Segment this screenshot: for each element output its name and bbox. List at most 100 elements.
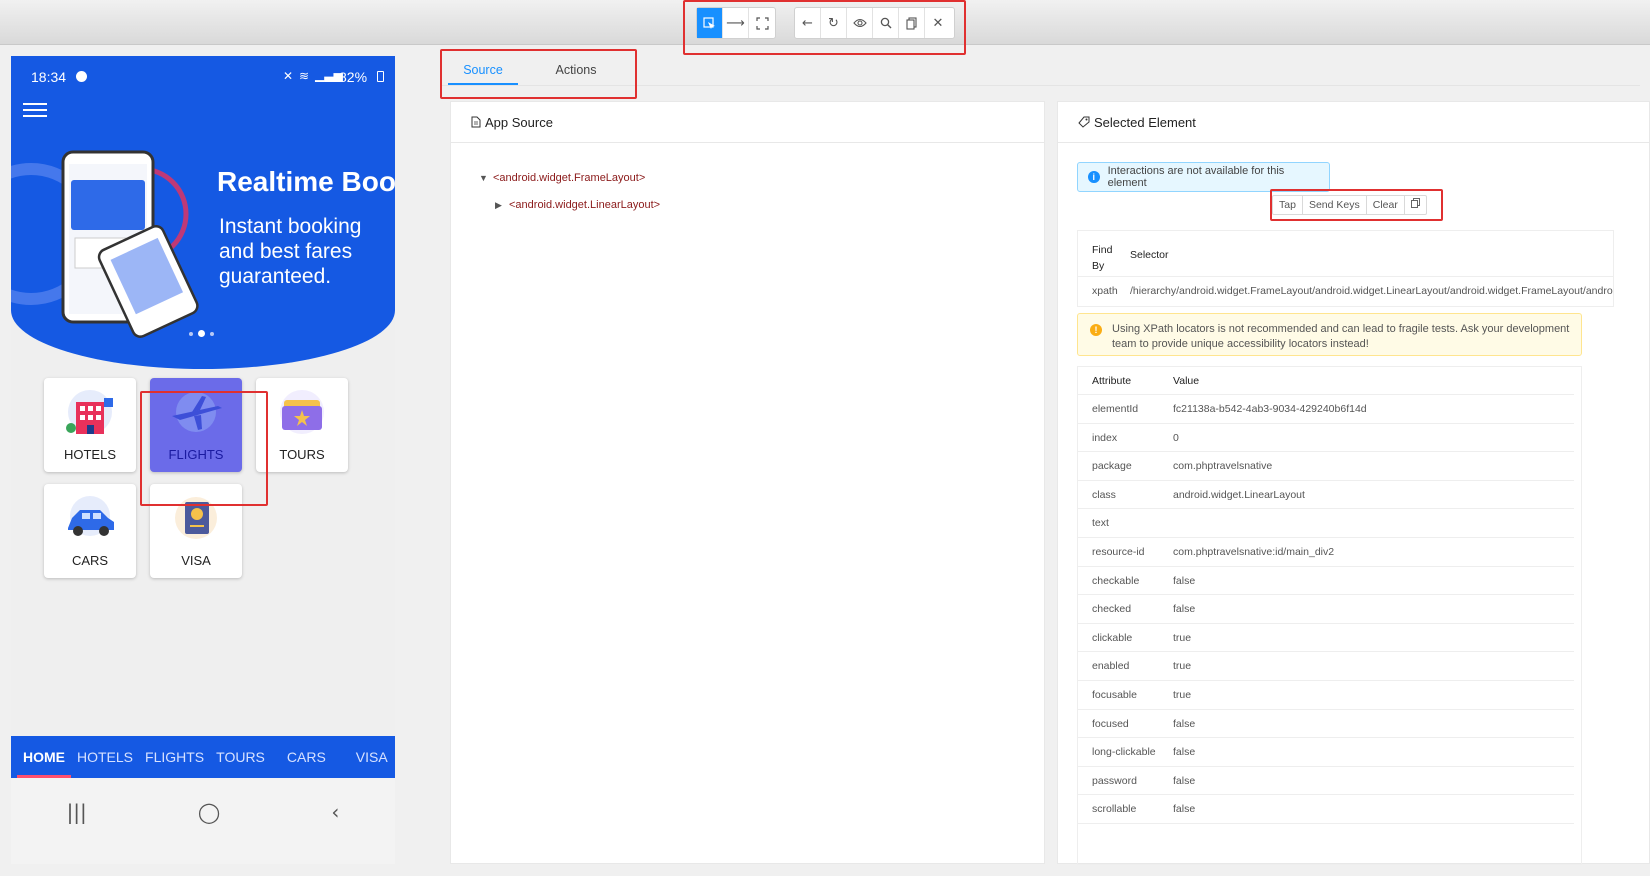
attribute-name: enabled bbox=[1092, 660, 1130, 673]
close-icon[interactable]: ✕ bbox=[925, 8, 951, 38]
tab-source[interactable]: Source bbox=[448, 55, 518, 85]
attribute-value[interactable]: com.phptravelsnative bbox=[1173, 460, 1272, 472]
attribute-header: Attribute bbox=[1092, 375, 1132, 387]
expand-caret-icon[interactable]: ▶ bbox=[495, 200, 509, 211]
send-keys-button[interactable]: Send Keys bbox=[1303, 196, 1367, 214]
category-label: HOTELS bbox=[63, 447, 116, 462]
category-card-hotels[interactable]: HOTELS bbox=[44, 378, 136, 472]
tree-node-framelayout[interactable]: ▼ <android.widget.FrameLayout> bbox=[479, 172, 645, 184]
home-icon[interactable]: ◯ bbox=[198, 800, 220, 824]
category-label: FLIGHTS bbox=[168, 447, 224, 462]
copy-attributes-icon[interactable] bbox=[1405, 196, 1426, 214]
tree-node-label[interactable]: <android.widget.FrameLayout> bbox=[493, 172, 645, 184]
carousel-dot-active[interactable] bbox=[198, 330, 205, 337]
tap-button[interactable]: Tap bbox=[1273, 196, 1303, 214]
element-action-buttons: Tap Send Keys Clear bbox=[1272, 195, 1427, 215]
selector-table: Find By Selector xpath /hierarchy/androi… bbox=[1077, 230, 1614, 307]
tree-node-linearlayout[interactable]: ▶ <android.widget.LinearLayout> bbox=[495, 199, 660, 211]
battery-icon bbox=[377, 71, 384, 82]
info-alert-text: Interactions are not available for this … bbox=[1107, 165, 1285, 189]
banner-title: Realtime Boo bbox=[217, 166, 395, 197]
info-icon: i bbox=[1088, 171, 1100, 183]
nav-tab-home[interactable]: HOME bbox=[17, 736, 71, 778]
attribute-value[interactable]: false bbox=[1173, 575, 1195, 587]
attribute-value[interactable]: false bbox=[1173, 803, 1195, 815]
carousel-dot[interactable] bbox=[189, 331, 193, 336]
copy-icon[interactable] bbox=[899, 8, 925, 38]
back-nav-icon[interactable]: ‹ bbox=[331, 800, 339, 824]
attribute-name: checkable bbox=[1092, 574, 1140, 587]
action-button-group: ← ↻ ✕ bbox=[794, 7, 955, 39]
attribute-value[interactable]: true bbox=[1173, 660, 1191, 672]
attribute-name: class bbox=[1092, 488, 1116, 501]
mode-button-group: ⟶ bbox=[696, 7, 776, 39]
attribute-value[interactable]: true bbox=[1173, 689, 1191, 701]
attribute-row: checked false bbox=[1078, 595, 1574, 624]
app-source-title: App Source bbox=[485, 114, 553, 130]
warning-text: Using XPath locators is not recommended … bbox=[1112, 323, 1570, 350]
nav-tab-cars[interactable]: CARS bbox=[281, 736, 332, 778]
device-screenshot[interactable]: 18:34 ✕ ≋ ▁▃▅ 82% Realtime Boo Instant b… bbox=[11, 56, 395, 864]
attribute-row: enabled true bbox=[1078, 652, 1574, 681]
category-label: TOURS bbox=[279, 447, 325, 462]
attribute-value[interactable]: android.widget.LinearLayout bbox=[1173, 489, 1305, 501]
carousel-dot[interactable] bbox=[210, 331, 214, 336]
hotel-icon bbox=[66, 390, 113, 434]
attribute-value[interactable]: true bbox=[1173, 632, 1191, 644]
hamburger-menu-icon[interactable] bbox=[23, 103, 47, 117]
tab-divider bbox=[440, 85, 1640, 86]
phone-illustration-icon bbox=[11, 150, 199, 338]
tap-by-coordinates-icon[interactable] bbox=[749, 8, 775, 38]
category-card-visa[interactable]: VISA bbox=[150, 484, 242, 578]
category-label: VISA bbox=[181, 553, 211, 568]
find-by-value: xpath bbox=[1092, 285, 1118, 297]
swipe-icon[interactable]: ⟶ bbox=[723, 8, 749, 38]
nav-tab-hotels[interactable]: HOTELS bbox=[71, 736, 139, 778]
category-card-cars[interactable]: CARS bbox=[44, 484, 136, 578]
recents-icon[interactable]: ||| bbox=[67, 800, 87, 824]
attribute-value[interactable]: false bbox=[1173, 775, 1195, 787]
nav-tab-flights[interactable]: FLIGHTS bbox=[139, 736, 210, 778]
category-card-tours[interactable]: TOURS bbox=[256, 378, 348, 472]
attribute-name: focusable bbox=[1092, 689, 1137, 701]
find-by-header: Find By bbox=[1092, 244, 1113, 272]
table-divider bbox=[1078, 276, 1613, 277]
attribute-value[interactable]: false bbox=[1173, 718, 1195, 730]
attribute-row: class android.widget.LinearLayout bbox=[1078, 481, 1574, 510]
collapse-caret-icon[interactable]: ▼ bbox=[479, 173, 493, 183]
attribute-value[interactable]: fc21138a-b542-4ab3-9034-429240b6f14d bbox=[1173, 403, 1367, 415]
carousel-indicator[interactable] bbox=[189, 330, 214, 337]
attribute-value[interactable]: 0 bbox=[1173, 432, 1179, 444]
bottom-navigation: HOME HOTELS FLIGHTS TOURS CARS VISA bbox=[11, 736, 395, 778]
attribute-row: index 0 bbox=[1078, 424, 1574, 453]
nav-tab-tours[interactable]: TOURS bbox=[210, 736, 271, 778]
attribute-name: password bbox=[1092, 774, 1137, 787]
attribute-row: text bbox=[1078, 509, 1574, 538]
banner-subtitle: Instant booking and best fares guarantee… bbox=[219, 215, 362, 288]
info-alert: i Interactions are not available for thi… bbox=[1077, 162, 1330, 192]
mute-icon: ✕ bbox=[283, 69, 294, 83]
attributes-table: Attribute Value elementId fc21138a-b542-4… bbox=[1077, 366, 1582, 865]
selected-element-title: Selected Element bbox=[1094, 114, 1196, 130]
file-icon bbox=[471, 116, 481, 128]
xpath-selector[interactable]: /hierarchy/android.widget.FrameLayout/an… bbox=[1130, 285, 1613, 297]
search-icon[interactable] bbox=[873, 8, 899, 38]
attribute-value[interactable]: false bbox=[1173, 746, 1195, 758]
attribute-row: scrollable false bbox=[1078, 795, 1574, 824]
attribute-name: package bbox=[1092, 460, 1132, 473]
tab-actions[interactable]: Actions bbox=[546, 55, 606, 85]
attribute-value[interactable]: com.phptravelsnative:id/main_div2 bbox=[1173, 546, 1334, 558]
app-source-header: App Source bbox=[451, 102, 1044, 143]
back-icon[interactable]: ← bbox=[795, 8, 821, 38]
nav-tab-visa[interactable]: VISA bbox=[350, 736, 394, 778]
category-card-flights[interactable]: FLIGHTS bbox=[150, 378, 242, 472]
attribute-row: clickable true bbox=[1078, 624, 1574, 653]
category-label: CARS bbox=[71, 553, 109, 568]
attribute-name: text bbox=[1092, 517, 1109, 530]
eye-icon[interactable] bbox=[847, 8, 873, 38]
tree-node-label[interactable]: <android.widget.LinearLayout> bbox=[509, 199, 660, 211]
select-element-icon[interactable] bbox=[697, 8, 723, 38]
attribute-value[interactable]: false bbox=[1173, 603, 1195, 615]
refresh-icon[interactable]: ↻ bbox=[821, 8, 847, 38]
clear-button[interactable]: Clear bbox=[1367, 196, 1405, 214]
